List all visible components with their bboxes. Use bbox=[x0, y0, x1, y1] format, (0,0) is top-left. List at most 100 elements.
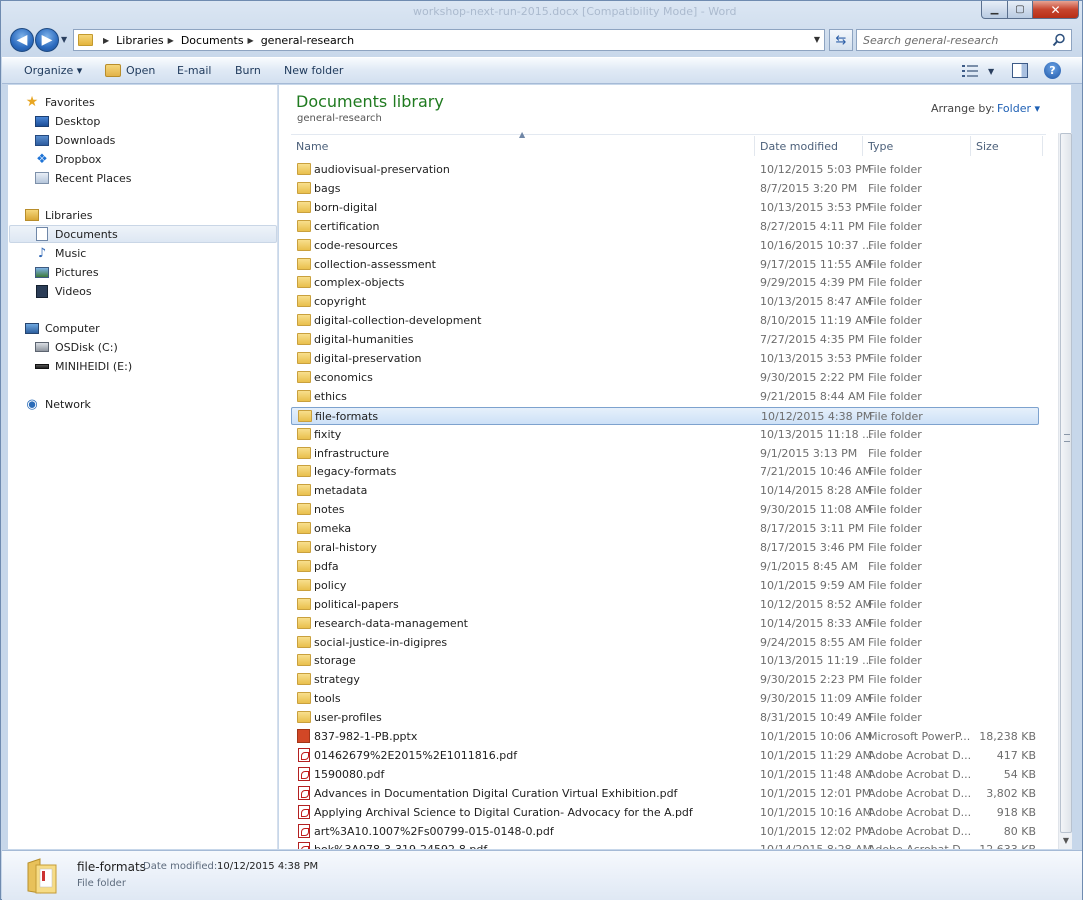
nav-videos[interactable]: Videos bbox=[34, 282, 92, 300]
file-row[interactable]: research-data-management 10/14/2015 8:33 … bbox=[291, 615, 1039, 633]
organize-button[interactable]: Organize ▾ bbox=[24, 64, 82, 77]
file-row[interactable]: digital-collection-development 8/10/2015 … bbox=[291, 312, 1039, 330]
new-folder-button[interactable]: New folder bbox=[284, 64, 343, 77]
file-row[interactable]: infrastructure 9/1/2015 3:13 PM File folde… bbox=[291, 445, 1039, 463]
file-row[interactable]: 837-982-1-PB.pptx 10/1/2015 10:06 AM Micro… bbox=[291, 728, 1039, 746]
file-type: File folder bbox=[868, 238, 922, 252]
column-header-name[interactable]: Name bbox=[296, 140, 328, 153]
breadcrumb-separator-icon[interactable]: ▶ bbox=[248, 36, 254, 45]
file-row[interactable]: 01462679%2E2015%2E1011816.pdf 10/1/2015 1… bbox=[291, 747, 1039, 765]
breadcrumb-documents[interactable]: Documents bbox=[181, 34, 244, 47]
file-row[interactable]: omeka 8/17/2015 3:11 PM File folder bbox=[291, 520, 1039, 538]
scroll-down-arrow-icon[interactable]: ▼ bbox=[1060, 836, 1072, 845]
file-row[interactable]: social-justice-in-digipres 9/24/2015 8:55… bbox=[291, 634, 1039, 652]
file-row[interactable]: ethics 9/21/2015 8:44 AM File folder bbox=[291, 388, 1039, 406]
title-bar[interactable]: workshop-next-run-2015.docx [Compatibili… bbox=[1, 1, 1082, 23]
file-row[interactable]: bok%3A978-3-319-24592-8.pdf 10/14/2015 8:… bbox=[291, 841, 1039, 849]
nav-downloads[interactable]: Downloads bbox=[34, 131, 115, 149]
nav-recent-places[interactable]: Recent Places bbox=[34, 169, 132, 187]
file-row[interactable]: user-profiles 8/31/2015 10:49 AM File fold… bbox=[291, 709, 1039, 727]
file-row[interactable]: economics 9/30/2015 2:22 PM File folder bbox=[291, 369, 1039, 387]
open-button[interactable]: Open bbox=[105, 64, 155, 77]
file-row[interactable]: copyright 10/13/2015 8:47 AM File folder bbox=[291, 293, 1039, 311]
breadcrumb-libraries[interactable]: Libraries bbox=[116, 34, 164, 47]
close-button[interactable]: ✕ bbox=[1032, 1, 1079, 19]
file-row[interactable]: file-formats 10/12/2015 4:38 PM File folde… bbox=[291, 406, 1039, 425]
file-row[interactable]: audiovisual-preservation 10/12/2015 5:03 … bbox=[291, 161, 1039, 179]
vertical-scrollbar[interactable]: ▼ bbox=[1058, 133, 1072, 849]
file-row[interactable]: strategy 9/30/2015 2:23 PM File folder bbox=[291, 671, 1039, 689]
column-divider[interactable] bbox=[754, 136, 755, 156]
file-date-modified: 10/1/2015 12:01 PM bbox=[760, 786, 872, 800]
open-folder-icon bbox=[105, 64, 121, 77]
nav-documents[interactable]: Documents bbox=[9, 225, 277, 243]
file-row[interactable]: fixity 10/13/2015 11:18 ... File folder bbox=[291, 426, 1039, 444]
file-row[interactable]: storage 10/13/2015 11:19 ... File folder bbox=[291, 652, 1039, 670]
column-divider[interactable] bbox=[1042, 136, 1043, 156]
file-row[interactable]: notes 9/30/2015 11:08 AM File folder bbox=[291, 501, 1039, 519]
file-row[interactable]: legacy-formats 7/21/2015 10:46 AM File fol… bbox=[291, 463, 1039, 481]
nav-favorites[interactable]: ★ Favorites bbox=[24, 93, 95, 111]
preview-pane-button[interactable] bbox=[1012, 63, 1028, 78]
column-divider[interactable] bbox=[970, 136, 971, 156]
file-row[interactable]: tools 9/30/2015 11:09 AM File folder bbox=[291, 690, 1039, 708]
file-row[interactable]: born-digital 10/13/2015 3:53 PM File folde… bbox=[291, 199, 1039, 217]
file-row[interactable]: pdfa 9/1/2015 8:45 AM File folder bbox=[291, 558, 1039, 576]
nav-pictures[interactable]: Pictures bbox=[34, 263, 99, 281]
breadcrumb-general-research[interactable]: general-research bbox=[261, 34, 354, 47]
address-history-dropdown[interactable]: ▼ bbox=[814, 35, 820, 44]
address-bar[interactable]: ▶ Libraries ▶ Documents ▶ general-resear… bbox=[73, 29, 825, 51]
breadcrumb-separator-icon[interactable]: ▶ bbox=[103, 36, 109, 45]
file-name: oral-history bbox=[314, 541, 377, 554]
search-input[interactable] bbox=[863, 33, 1043, 47]
nav-osdisk[interactable]: OSDisk (C:) bbox=[34, 338, 118, 356]
column-header-type[interactable]: Type bbox=[868, 140, 893, 153]
change-view-button[interactable]: ▼ bbox=[962, 63, 998, 79]
view-dropdown-icon[interactable]: ▼ bbox=[988, 67, 994, 76]
nav-desktop[interactable]: Desktop bbox=[34, 112, 100, 130]
nav-label: MINIHEIDI (E:) bbox=[55, 359, 133, 373]
file-date-modified: 10/16/2015 10:37 ... bbox=[760, 238, 873, 252]
recent-pages-dropdown[interactable]: ▼ bbox=[61, 35, 67, 44]
burn-button[interactable]: Burn bbox=[235, 64, 261, 77]
arrange-by-dropdown[interactable]: Folder ▾ bbox=[997, 102, 1040, 115]
file-row[interactable]: code-resources 10/16/2015 10:37 ... File f… bbox=[291, 237, 1039, 255]
file-row[interactable]: Applying Archival Science to Digital Cur… bbox=[291, 804, 1039, 822]
file-row[interactable]: collection-assessment 9/17/2015 11:55 AM F… bbox=[291, 256, 1039, 274]
forward-button[interactable]: ▶ bbox=[35, 28, 59, 52]
file-row[interactable]: bags 8/7/2015 3:20 PM File folder bbox=[291, 180, 1039, 198]
libraries-icon bbox=[24, 208, 40, 222]
nav-network[interactable]: ◉ Network bbox=[24, 395, 91, 413]
nav-libraries[interactable]: Libraries bbox=[24, 206, 93, 224]
nav-music[interactable]: ♪ Music bbox=[34, 244, 86, 262]
email-button[interactable]: E-mail bbox=[177, 64, 212, 77]
scrollbar-thumb[interactable] bbox=[1060, 133, 1072, 833]
refresh-button[interactable]: ⇆ bbox=[829, 29, 853, 51]
selected-item-name: file-formats bbox=[77, 860, 146, 874]
column-divider[interactable] bbox=[862, 136, 863, 156]
minimize-button[interactable]: ▁ bbox=[981, 1, 1008, 19]
file-row[interactable]: policy 10/1/2015 9:59 AM File folder bbox=[291, 577, 1039, 595]
file-row[interactable]: political-papers 10/12/2015 8:52 AM File f… bbox=[291, 596, 1039, 614]
search-icon[interactable] bbox=[1052, 33, 1066, 47]
file-row[interactable]: 1590080.pdf 10/1/2015 11:48 AM Adobe Acrob… bbox=[291, 766, 1039, 784]
file-row[interactable]: art%3A10.1007%2Fs00799-015-0148-0.pdf 10/… bbox=[291, 823, 1039, 841]
breadcrumb-separator-icon[interactable]: ▶ bbox=[168, 36, 174, 45]
maximize-button[interactable]: ▢ bbox=[1007, 1, 1033, 19]
nav-dropbox[interactable]: ❖ Dropbox bbox=[34, 150, 101, 168]
back-button[interactable]: ◀ bbox=[10, 28, 34, 52]
file-row[interactable]: certification 8/27/2015 4:11 PM File folde… bbox=[291, 218, 1039, 236]
file-type: File folder bbox=[868, 181, 922, 195]
column-header-size[interactable]: Size bbox=[976, 140, 999, 153]
nav-miniheidi[interactable]: MINIHEIDI (E:) bbox=[34, 357, 132, 375]
file-row[interactable]: oral-history 8/17/2015 3:46 PM File folder bbox=[291, 539, 1039, 557]
file-row[interactable]: complex-objects 9/29/2015 4:39 PM File fol… bbox=[291, 274, 1039, 292]
file-row[interactable]: digital-preservation 10/13/2015 3:53 PM Fi… bbox=[291, 350, 1039, 368]
file-row[interactable]: Advances in Documentation Digital Curati… bbox=[291, 785, 1039, 803]
help-button[interactable]: ? bbox=[1044, 62, 1061, 79]
nav-computer[interactable]: Computer bbox=[24, 319, 100, 337]
file-row[interactable]: digital-humanities 7/27/2015 4:35 PM File … bbox=[291, 331, 1039, 349]
search-box[interactable] bbox=[856, 29, 1072, 51]
file-row[interactable]: metadata 10/14/2015 8:28 AM File folder bbox=[291, 482, 1039, 500]
column-header-date[interactable]: Date modified bbox=[760, 140, 838, 153]
